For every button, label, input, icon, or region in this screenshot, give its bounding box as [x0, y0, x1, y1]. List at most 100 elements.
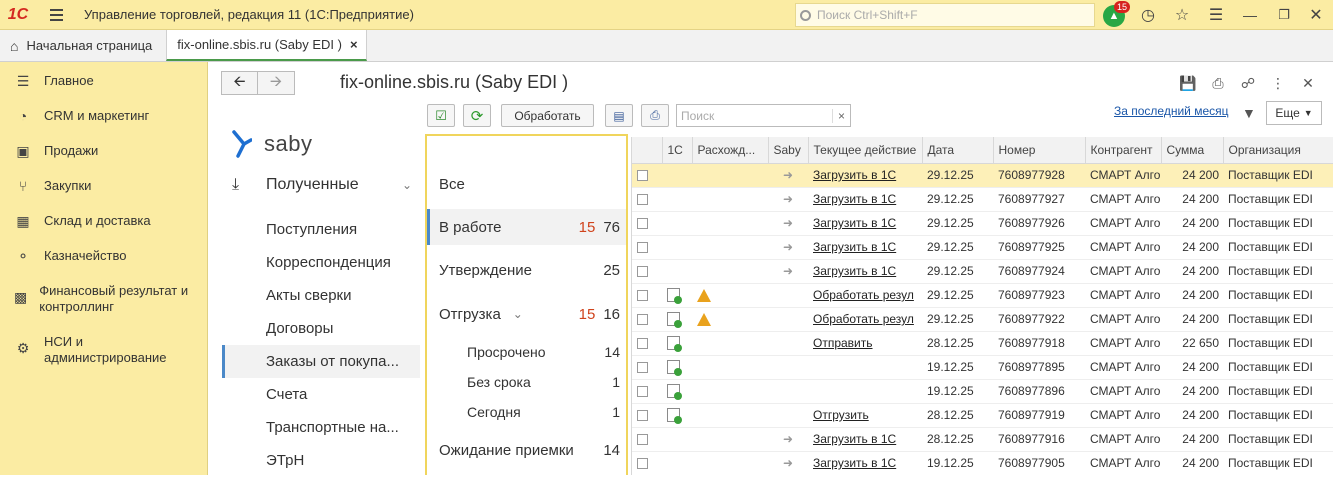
- current-action-link[interactable]: Загрузить в 1С: [813, 192, 896, 206]
- more-button[interactable]: Еще ▼: [1266, 101, 1322, 125]
- table-row[interactable]: ➜ Загрузить в 1С 29.12.25 7608977925 СМАРТ А…: [632, 235, 1333, 260]
- close-tab-icon[interactable]: ×: [350, 37, 358, 52]
- chevron-down-icon[interactable]: ⌄: [402, 178, 412, 192]
- row-checkbox[interactable]: [637, 314, 648, 326]
- row-checkbox[interactable]: [637, 170, 648, 182]
- filter-icon[interactable]: ▼: [1242, 105, 1256, 121]
- global-search-input[interactable]: Поиск Ctrl+Shift+F: [795, 3, 1095, 27]
- status-all[interactable]: Все: [427, 166, 626, 202]
- save-button[interactable]: ▤: [605, 104, 633, 127]
- current-action-link[interactable]: Загрузить в 1С: [813, 432, 896, 446]
- column-header[interactable]: Saby: [768, 137, 809, 164]
- row-checkbox[interactable]: [637, 218, 648, 230]
- sidebar-item-nsi[interactable]: ⚙ НСИ и администрирование: [0, 334, 200, 366]
- print-button[interactable]: ⎙: [641, 104, 669, 127]
- app-logo[interactable]: 1С: [0, 0, 36, 30]
- refresh-button[interactable]: ⟳: [463, 104, 491, 127]
- history-icon[interactable]: ◷: [1138, 5, 1158, 25]
- table-row[interactable]: Обработать резул 29.12.25 7608977922 СМАРТ …: [632, 307, 1333, 332]
- table-row[interactable]: ➜ Загрузить в 1С 29.12.25 7608977927 СМАРТ А…: [632, 187, 1333, 212]
- minimize-icon[interactable]: —: [1240, 5, 1260, 25]
- sidebar-item-purchases[interactable]: ⑂ Закупки: [0, 178, 101, 194]
- current-action-link[interactable]: Загрузить в 1С: [813, 240, 896, 254]
- save-icon[interactable]: 💾: [1178, 73, 1198, 93]
- sidebar-item-main[interactable]: ☰ Главное: [0, 73, 104, 90]
- status-today[interactable]: Сегодня 1: [427, 397, 626, 427]
- current-action-link[interactable]: Загрузить в 1С: [813, 168, 896, 182]
- saby-menu-item[interactable]: Поступления: [222, 213, 420, 246]
- star-icon[interactable]: ☆: [1172, 5, 1192, 25]
- sidebar-item-sales[interactable]: ▣ Продажи: [0, 143, 108, 160]
- column-header[interactable]: [632, 137, 663, 164]
- search-input[interactable]: Поиск ×: [676, 104, 851, 127]
- row-checkbox[interactable]: [637, 458, 648, 470]
- row-checkbox[interactable]: [637, 290, 648, 302]
- table-row[interactable]: ➜ Загрузить в 1С 29.12.25 7608977924 СМАРТ А…: [632, 259, 1333, 284]
- current-action-link[interactable]: Загрузить в 1С: [813, 456, 896, 470]
- period-link[interactable]: За последний месяц: [1114, 104, 1229, 118]
- saby-menu-item[interactable]: Счета: [222, 378, 420, 411]
- tab-saby[interactable]: fix-online.sbis.ru (Saby EDI ) ×: [166, 30, 367, 61]
- notifications-icon[interactable]: ▲ 15: [1103, 1, 1131, 27]
- status-shipment[interactable]: Отгрузка ⌄ 15 16: [427, 296, 626, 332]
- close-window-icon[interactable]: ✕: [1306, 5, 1326, 25]
- tab-home[interactable]: ⌂ Начальная страница: [0, 30, 166, 61]
- row-checkbox[interactable]: [637, 194, 648, 206]
- column-header[interactable]: Организация: [1223, 137, 1333, 164]
- column-header[interactable]: Дата: [922, 137, 994, 164]
- row-checkbox[interactable]: [637, 362, 648, 374]
- table-row[interactable]: Обработать резул 29.12.25 7608977923 СМАРТ …: [632, 283, 1333, 308]
- table-row[interactable]: 19.12.25 7608977895 СМАРТ Алго 24 200 Постав…: [632, 355, 1333, 380]
- table-row[interactable]: ➜ Загрузить в 1С 19.12.25 7608977905 СМАРТ А…: [632, 451, 1333, 475]
- row-checkbox[interactable]: [637, 266, 648, 278]
- column-header[interactable]: Расхожд...: [692, 137, 769, 164]
- current-action-link[interactable]: Отгрузить: [813, 408, 869, 422]
- chevron-down-icon[interactable]: ⌄: [513, 307, 523, 321]
- saby-menu-item-selected[interactable]: Заказы от покупа...: [222, 345, 420, 378]
- clear-search-icon[interactable]: ×: [832, 108, 850, 123]
- column-header[interactable]: Контрагент: [1085, 137, 1162, 164]
- table-row[interactable]: 19.12.25 7608977896 СМАРТ Алго 24 200 Постав…: [632, 379, 1333, 404]
- row-checkbox[interactable]: [637, 434, 648, 446]
- sidebar-item-crm[interactable]: ◔ CRM и маркетинг: [0, 108, 159, 124]
- sidebar-item-finance[interactable]: ▩ Финансовый результат и контроллинг: [0, 283, 200, 315]
- status-overdue[interactable]: Просрочено 14: [427, 337, 626, 367]
- more-vertical-icon[interactable]: ⋮: [1268, 73, 1288, 93]
- sidebar-item-treasury[interactable]: ⚬ Казначейство: [0, 248, 136, 265]
- saby-menu-item[interactable]: Акты сверки: [222, 279, 420, 312]
- column-header[interactable]: 1С: [662, 137, 693, 164]
- status-in-work[interactable]: В работе 15 76: [427, 209, 626, 245]
- table-row[interactable]: ➜ Загрузить в 1С 29.12.25 7608977926 СМАРТ А…: [632, 211, 1333, 236]
- sidebar-item-warehouse[interactable]: ▦ Склад и доставка: [0, 213, 161, 230]
- row-checkbox[interactable]: [637, 338, 648, 350]
- restore-icon[interactable]: ❐: [1274, 5, 1294, 25]
- column-header[interactable]: Сумма: [1161, 137, 1224, 164]
- current-action-link[interactable]: Обработать резул: [813, 312, 914, 326]
- saby-menu-item[interactable]: ЭТрН: [222, 444, 420, 477]
- row-checkbox[interactable]: [637, 386, 648, 398]
- current-action-link[interactable]: Загрузить в 1С: [813, 264, 896, 278]
- forward-button[interactable]: 🡪: [258, 71, 295, 95]
- status-no-deadline[interactable]: Без срока 1: [427, 367, 626, 397]
- menu-icon[interactable]: ☰: [1206, 5, 1226, 25]
- status-awaiting-acceptance[interactable]: Ожидание приемки 14: [427, 432, 626, 468]
- saby-menu-item[interactable]: Договоры: [222, 312, 420, 345]
- select-all-button[interactable]: ☑: [427, 104, 455, 127]
- status-approval[interactable]: Утверждение 25: [427, 252, 626, 288]
- table-row[interactable]: ➜ Загрузить в 1С 28.12.25 7608977916 СМАРТ А…: [632, 427, 1333, 452]
- main-menu-icon[interactable]: [36, 0, 76, 30]
- saby-menu-item[interactable]: Транспортные на...: [222, 411, 420, 444]
- row-checkbox[interactable]: [637, 242, 648, 254]
- column-header[interactable]: Номер: [993, 137, 1086, 164]
- table-row[interactable]: Отгрузить 28.12.25 7608977919 СМАРТ Алго 24 …: [632, 403, 1333, 428]
- saby-menu-item[interactable]: Корреспонденция: [222, 246, 420, 279]
- preview-icon[interactable]: ☍: [1238, 73, 1258, 93]
- table-row[interactable]: ➜ Загрузить в 1С 29.12.25 7608977928 СМАРТ А…: [632, 163, 1333, 188]
- process-button[interactable]: Обработать: [501, 104, 594, 127]
- current-action-link[interactable]: Отправить: [813, 336, 873, 350]
- current-action-link[interactable]: Обработать резул: [813, 288, 914, 302]
- received-section[interactable]: ⤓ Полученные ⌄: [232, 176, 412, 194]
- close-form-icon[interactable]: ✕: [1298, 73, 1318, 93]
- print-icon[interactable]: ⎙: [1208, 73, 1228, 93]
- current-action-link[interactable]: Загрузить в 1С: [813, 216, 896, 230]
